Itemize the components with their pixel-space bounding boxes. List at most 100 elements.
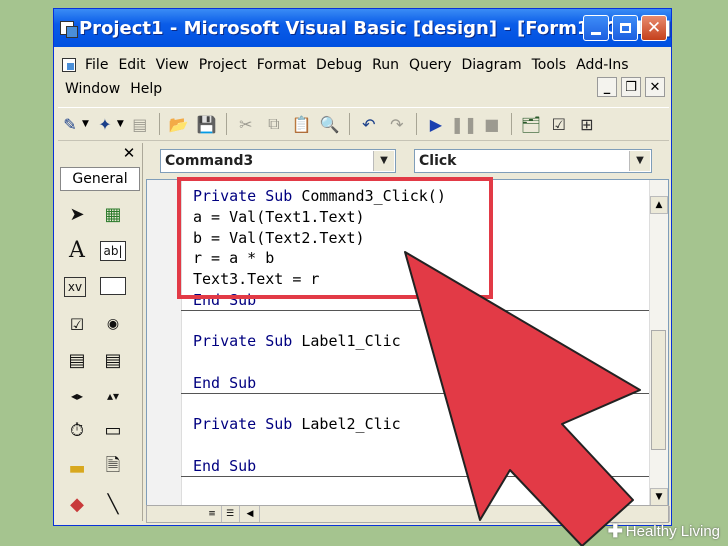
redo-icon[interactable]: ↷ xyxy=(385,112,409,136)
mdi-restore-button[interactable]: ❐ xyxy=(621,77,641,97)
break-icon[interactable]: ❚❚ xyxy=(450,112,477,136)
filelistbox-icon[interactable]: 🗎 xyxy=(100,455,126,481)
toolbar-separator xyxy=(510,113,512,135)
line-icon[interactable]: ╲ xyxy=(100,491,126,517)
start-icon[interactable]: ▶ xyxy=(424,112,448,136)
menu-window[interactable]: Window xyxy=(60,79,125,99)
chevron-down-icon[interactable]: ▼ xyxy=(373,151,394,171)
menu-view[interactable]: View xyxy=(151,55,194,75)
code-line[interactable]: Private Sub Label1_Clic xyxy=(193,331,401,352)
menu-bar: File Edit View Project Format Debug Run … xyxy=(54,49,671,105)
project-explorer-icon[interactable]: 🗂 xyxy=(519,112,543,136)
procedure-view-button[interactable]: ≡ xyxy=(203,506,222,522)
menu-diagram[interactable]: Diagram xyxy=(457,55,527,75)
plus-icon: ✚ xyxy=(607,521,623,541)
procedure-combobox-value: Click xyxy=(419,153,457,169)
maximize-icon xyxy=(619,23,631,33)
chevron-down-icon[interactable]: ▼ xyxy=(82,119,89,129)
horizontal-scrollbar[interactable]: ≡ ☰ ◀ ▶ xyxy=(146,505,671,523)
watermark-text: Healthy Living xyxy=(625,523,720,540)
pointer-icon[interactable]: ➤ xyxy=(64,201,90,227)
vscrollbar-icon[interactable]: ▴▾ xyxy=(100,383,126,409)
code-line[interactable]: Text3.Text = r xyxy=(193,269,319,290)
close-icon: ✕ xyxy=(646,18,662,38)
mdi-controls: _ ❐ ✕ xyxy=(597,77,665,97)
code-window: Command3 ▼ Click ▼ Private Sub Command3_… xyxy=(146,143,671,523)
properties-window-icon[interactable]: ☑ xyxy=(547,112,571,136)
save-icon[interactable]: 💾 xyxy=(195,112,219,136)
picturebox-icon[interactable]: ▦ xyxy=(100,201,126,227)
watermark: ✚ Healthy Living xyxy=(608,521,720,542)
optionbutton-icon[interactable]: ◉ xyxy=(100,311,126,337)
add-form-icon[interactable]: ✦ xyxy=(93,112,117,136)
chevron-down-icon[interactable]: ▼ xyxy=(629,151,650,171)
procedure-separator xyxy=(181,476,650,477)
toolbox-close-button[interactable]: ✕ xyxy=(120,145,138,161)
commandbutton-icon[interactable] xyxy=(100,277,126,295)
checkbox-icon[interactable]: ☑ xyxy=(64,311,90,337)
menu-tools[interactable]: Tools xyxy=(527,55,572,75)
menu-debug[interactable]: Debug xyxy=(311,55,367,75)
scroll-up-button[interactable]: ▲ xyxy=(650,196,668,214)
minimize-icon xyxy=(591,31,601,35)
maximize-button[interactable] xyxy=(612,15,638,41)
mdi-close-button[interactable]: ✕ xyxy=(645,77,665,97)
minimize-button[interactable] xyxy=(583,15,609,41)
document-icon[interactable] xyxy=(62,58,76,72)
procedure-combobox[interactable]: Click ▼ xyxy=(414,149,652,173)
code-line[interactable]: Private Sub Label2_Clic xyxy=(193,414,401,435)
window-controls: ✕ xyxy=(583,15,667,41)
object-combobox[interactable]: Command3 ▼ xyxy=(160,149,396,173)
cut-icon[interactable]: ✂ xyxy=(234,112,258,136)
code-line[interactable]: r = a * b xyxy=(193,248,274,269)
toolbar-separator xyxy=(158,113,160,135)
menu-row-1: File Edit View Project Format Debug Run … xyxy=(60,55,634,75)
close-button[interactable]: ✕ xyxy=(641,15,667,41)
mdi-minimize-button[interactable]: _ xyxy=(597,77,617,97)
scroll-right-button[interactable]: ▶ xyxy=(669,506,671,522)
paste-icon[interactable]: 📋 xyxy=(290,112,314,136)
code-line[interactable]: a = Val(Text1.Text) xyxy=(193,207,365,228)
open-folder-icon[interactable]: 📂 xyxy=(167,112,191,136)
dirlistbox-icon[interactable]: ▬ xyxy=(64,455,90,481)
label-icon[interactable]: A xyxy=(64,237,90,263)
vertical-scrollbar[interactable]: ▲ ▼ xyxy=(649,180,668,510)
chevron-down-icon[interactable]: ▼ xyxy=(117,119,124,129)
code-line[interactable]: End Sub xyxy=(193,290,256,311)
shape-icon[interactable]: ◆ xyxy=(64,491,90,517)
scroll-left-button[interactable]: ◀ xyxy=(241,506,260,522)
menu-edit[interactable]: Edit xyxy=(113,55,150,75)
timer-icon[interactable]: ⏱ xyxy=(64,417,90,443)
menu-project[interactable]: Project xyxy=(194,55,252,75)
code-line[interactable]: End Sub xyxy=(193,456,256,477)
undo-icon[interactable]: ↶ xyxy=(357,112,381,136)
menu-query[interactable]: Query xyxy=(404,55,457,75)
listbox-icon[interactable]: ▤ xyxy=(100,347,126,373)
procedure-separator xyxy=(181,310,650,311)
textbox-icon[interactable]: ab| xyxy=(100,241,126,261)
menu-editor-icon[interactable]: ▤ xyxy=(128,112,152,136)
hscrollbar-icon[interactable]: ◂▸ xyxy=(64,383,90,409)
menu-format[interactable]: Format xyxy=(252,55,311,75)
menu-help[interactable]: Help xyxy=(125,79,167,99)
toolbox-tab-general[interactable]: General xyxy=(60,167,140,191)
combobox-icon[interactable]: ▤ xyxy=(64,347,90,373)
menu-add-ins[interactable]: Add-Ins xyxy=(571,55,633,75)
copy-icon[interactable]: ⧉ xyxy=(262,112,286,136)
end-icon[interactable]: ■ xyxy=(480,112,504,136)
scrollbar-thumb[interactable] xyxy=(651,330,666,450)
code-line[interactable]: End Sub xyxy=(193,373,256,394)
menu-file[interactable]: File xyxy=(80,55,113,75)
code-line[interactable]: b = Val(Text2.Text) xyxy=(193,228,365,249)
drivelistbox-icon[interactable]: ▭ xyxy=(100,417,126,443)
scroll-down-button[interactable]: ▼ xyxy=(650,488,668,506)
code-line[interactable]: Private Sub Command3_Click() xyxy=(193,186,446,207)
full-module-view-button[interactable]: ☰ xyxy=(221,506,240,522)
add-project-icon[interactable]: ✎ xyxy=(58,112,82,136)
form-layout-icon[interactable]: ⊞ xyxy=(575,112,599,136)
toolbar-separator xyxy=(348,113,350,135)
find-icon[interactable]: 🔍 xyxy=(318,112,342,136)
frame-icon[interactable]: xv xyxy=(64,277,86,297)
code-editor[interactable]: Private Sub Command3_Click() a = Val(Tex… xyxy=(146,179,669,511)
menu-run[interactable]: Run xyxy=(367,55,404,75)
